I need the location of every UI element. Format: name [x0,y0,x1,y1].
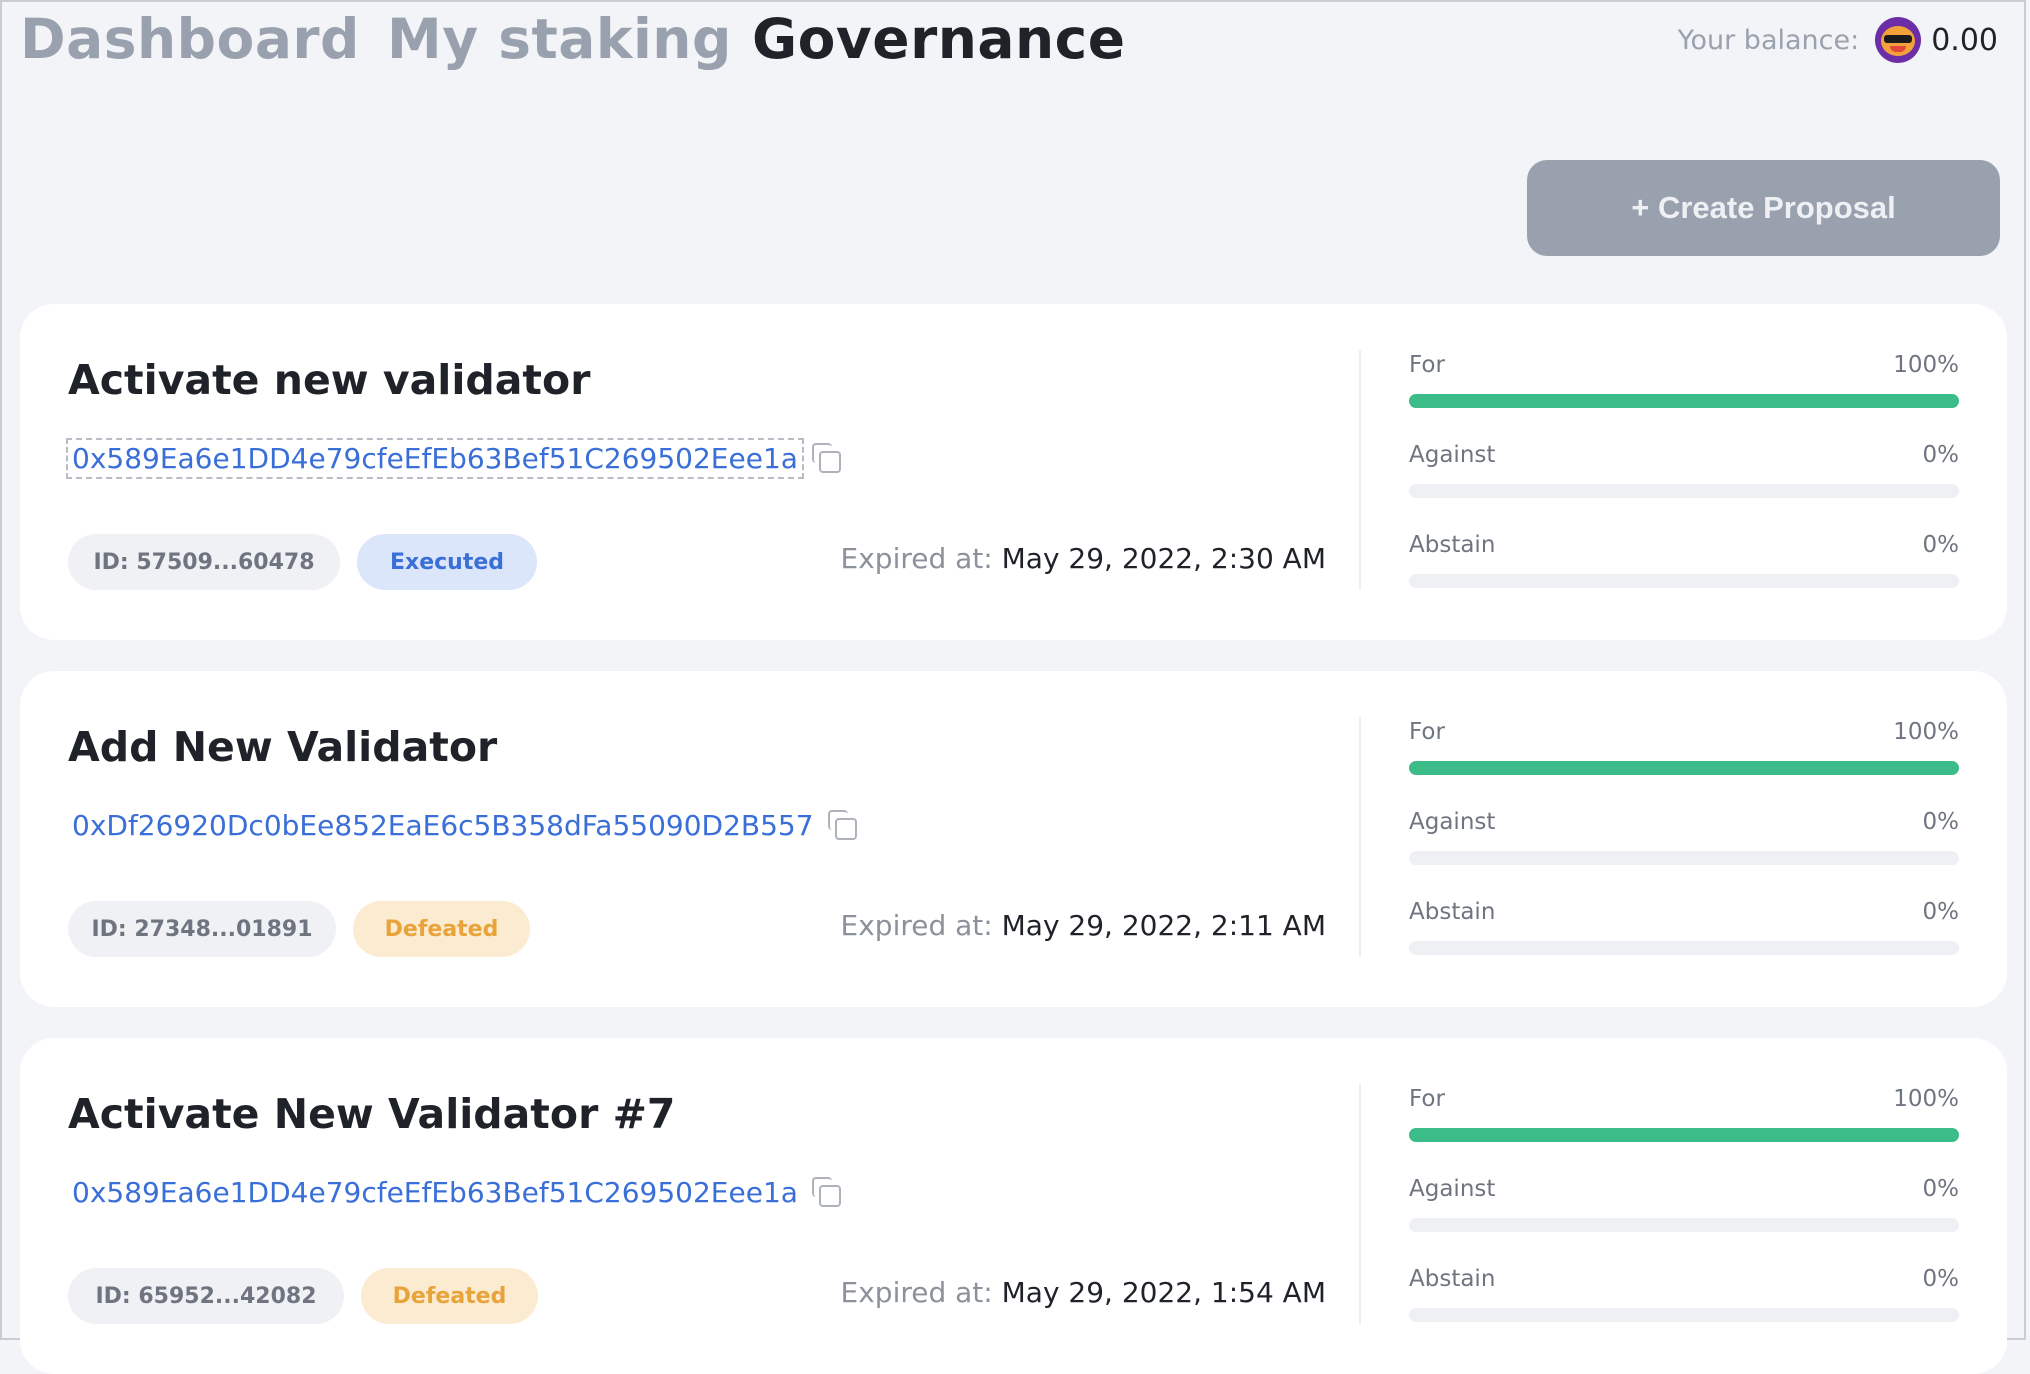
vote-percent: 0% [1922,809,1960,835]
vote-bar-track [1409,394,1959,408]
vote-bar-track [1409,574,1959,588]
expiry-info: Expired at: May 29, 2022, 1:54 AM [841,1276,1326,1309]
expiry-label: Expired at: [840,1276,993,1309]
tab-governance[interactable]: Governance [752,7,1126,71]
vote-bar-track [1409,1128,1959,1142]
vote-row-for: For 100% [1409,719,1959,809]
expiry-value: May 29, 2022, 1:54 AM [1001,1276,1326,1309]
copy-icon[interactable] [827,810,858,840]
status-badge: Defeated [361,1268,538,1324]
vote-row-abstain: Abstain 0% [1409,899,1959,989]
expiry-info: Expired at: May 29, 2022, 2:11 AM [841,909,1326,942]
proposal-address-row: 0xDf26920Dc0bEe852EaE6c5B358dFa55090D2B5… [68,803,858,847]
vote-label: For [1409,352,1445,378]
vote-row-abstain: Abstain 0% [1409,532,1959,622]
card-divider [1359,717,1361,957]
balance-value: 0.00 [1931,22,1998,58]
vote-bar-track [1409,484,1959,498]
proposal-id-badge: ID: 65952...42082 [68,1268,344,1324]
vote-bar-track [1409,761,1959,775]
vote-results: For 100% Against 0% Abstain 0% [1409,1086,1959,1356]
create-proposal-button[interactable]: + Create Proposal [1527,160,2000,256]
vote-percent: 100% [1893,719,1959,745]
vote-row-against: Against 0% [1409,442,1959,532]
vote-bar-track [1409,1218,1959,1232]
expiry-value: May 29, 2022, 2:30 AM [1001,542,1326,575]
vote-label: Against [1409,809,1496,835]
balance-label: Your balance: [1677,24,1860,56]
expiry-value: May 29, 2022, 2:11 AM [1001,909,1326,942]
vote-bar-fill [1409,394,1959,408]
expiry-info: Expired at: May 29, 2022, 2:30 AM [841,542,1326,575]
vote-results: For 100% Against 0% Abstain 0% [1409,719,1959,989]
status-badge: Executed [357,534,537,590]
status-badge: Defeated [353,901,530,957]
vote-percent: 0% [1922,532,1960,558]
proposal-card[interactable]: Activate New Validator #7 0x589Ea6e1DD4e… [20,1038,2007,1374]
vote-percent: 0% [1922,1176,1960,1202]
app-frame: Dashboard My staking Governance Your bal… [0,0,2026,1374]
vote-row-against: Against 0% [1409,809,1959,899]
vote-percent: 100% [1893,1086,1959,1112]
proposal-address-link[interactable]: 0x589Ea6e1DD4e79cfeEfEb63Bef51C269502Eee… [68,1174,802,1211]
ape-avatar-icon [1875,17,1922,63]
vote-bar-fill [1409,1128,1959,1142]
proposal-address-link[interactable]: 0x589Ea6e1DD4e79cfeEfEb63Bef51C269502Eee… [66,437,804,479]
proposal-title: Activate new validator [68,356,591,404]
vote-label: For [1409,719,1445,745]
vote-percent: 0% [1922,442,1960,468]
vote-bar-track [1409,851,1959,865]
tab-dashboard[interactable]: Dashboard [20,7,360,71]
vote-bar-fill [1409,761,1959,775]
vote-label: Abstain [1409,899,1496,925]
vote-label: Abstain [1409,532,1496,558]
vote-row-against: Against 0% [1409,1176,1959,1266]
vote-bar-track [1409,941,1959,955]
card-divider [1359,350,1361,590]
copy-icon[interactable] [811,1177,842,1207]
proposal-title: Add New Validator [68,723,498,771]
vote-bar-track [1409,1308,1959,1322]
proposal-address-row: 0x589Ea6e1DD4e79cfeEfEb63Bef51C269502Eee… [68,1170,842,1214]
card-divider [1359,1084,1361,1324]
tab-my-staking[interactable]: My staking [387,7,732,71]
vote-label: For [1409,1086,1445,1112]
proposal-card[interactable]: Activate new validator 0x589Ea6e1DD4e79c… [20,304,2007,640]
copy-icon[interactable] [811,443,842,473]
vote-row-for: For 100% [1409,1086,1959,1176]
vote-label: Abstain [1409,1266,1496,1292]
vote-label: Against [1409,442,1496,468]
vote-percent: 100% [1893,352,1959,378]
vote-row-abstain: Abstain 0% [1409,1266,1959,1356]
balance-display: Your balance: 0.00 [1678,16,1998,64]
expiry-label: Expired at: [840,909,993,942]
proposal-card[interactable]: Add New Validator 0xDf26920Dc0bEe852EaE6… [20,671,2007,1007]
vote-percent: 0% [1922,1266,1960,1292]
vote-label: Against [1409,1176,1496,1202]
proposal-id-badge: ID: 57509...60478 [68,534,340,590]
proposal-title: Activate New Validator #7 [68,1090,676,1138]
proposal-address-link[interactable]: 0xDf26920Dc0bEe852EaE6c5B358dFa55090D2B5… [68,807,818,844]
proposal-id-badge: ID: 27348...01891 [68,901,336,957]
vote-results: For 100% Against 0% Abstain 0% [1409,352,1959,622]
expiry-label: Expired at: [840,542,993,575]
proposal-address-row: 0x589Ea6e1DD4e79cfeEfEb63Bef51C269502Eee… [66,436,842,480]
vote-row-for: For 100% [1409,352,1959,442]
vote-percent: 0% [1922,899,1960,925]
